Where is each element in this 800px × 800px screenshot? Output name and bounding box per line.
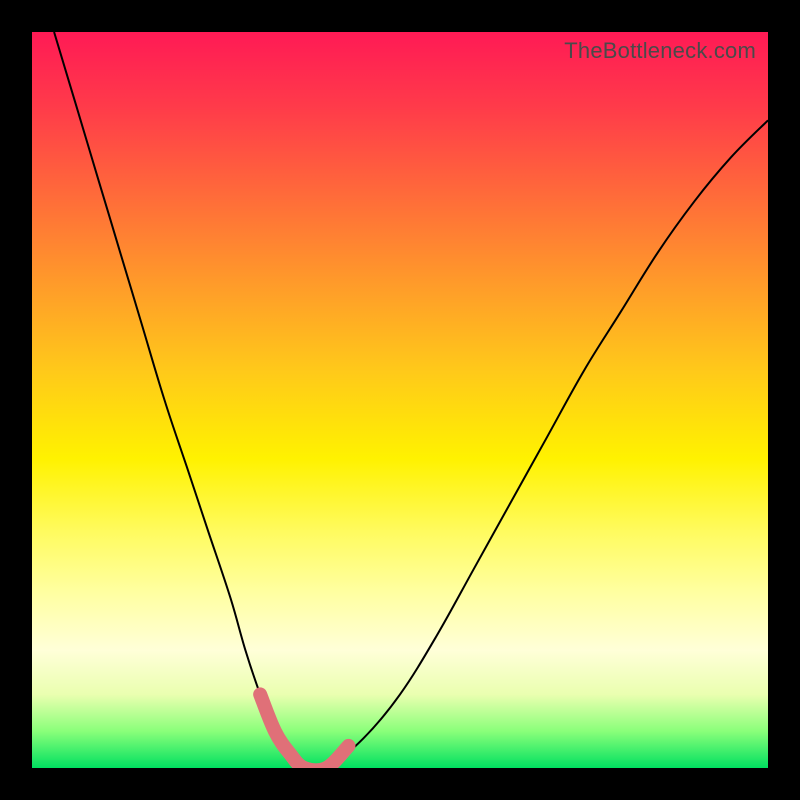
chart-frame: TheBottleneck.com [0,0,800,800]
optimal-range-marker [260,694,348,768]
bottleneck-curve [54,32,768,768]
curve-svg [32,32,768,768]
plot-area: TheBottleneck.com [32,32,768,768]
